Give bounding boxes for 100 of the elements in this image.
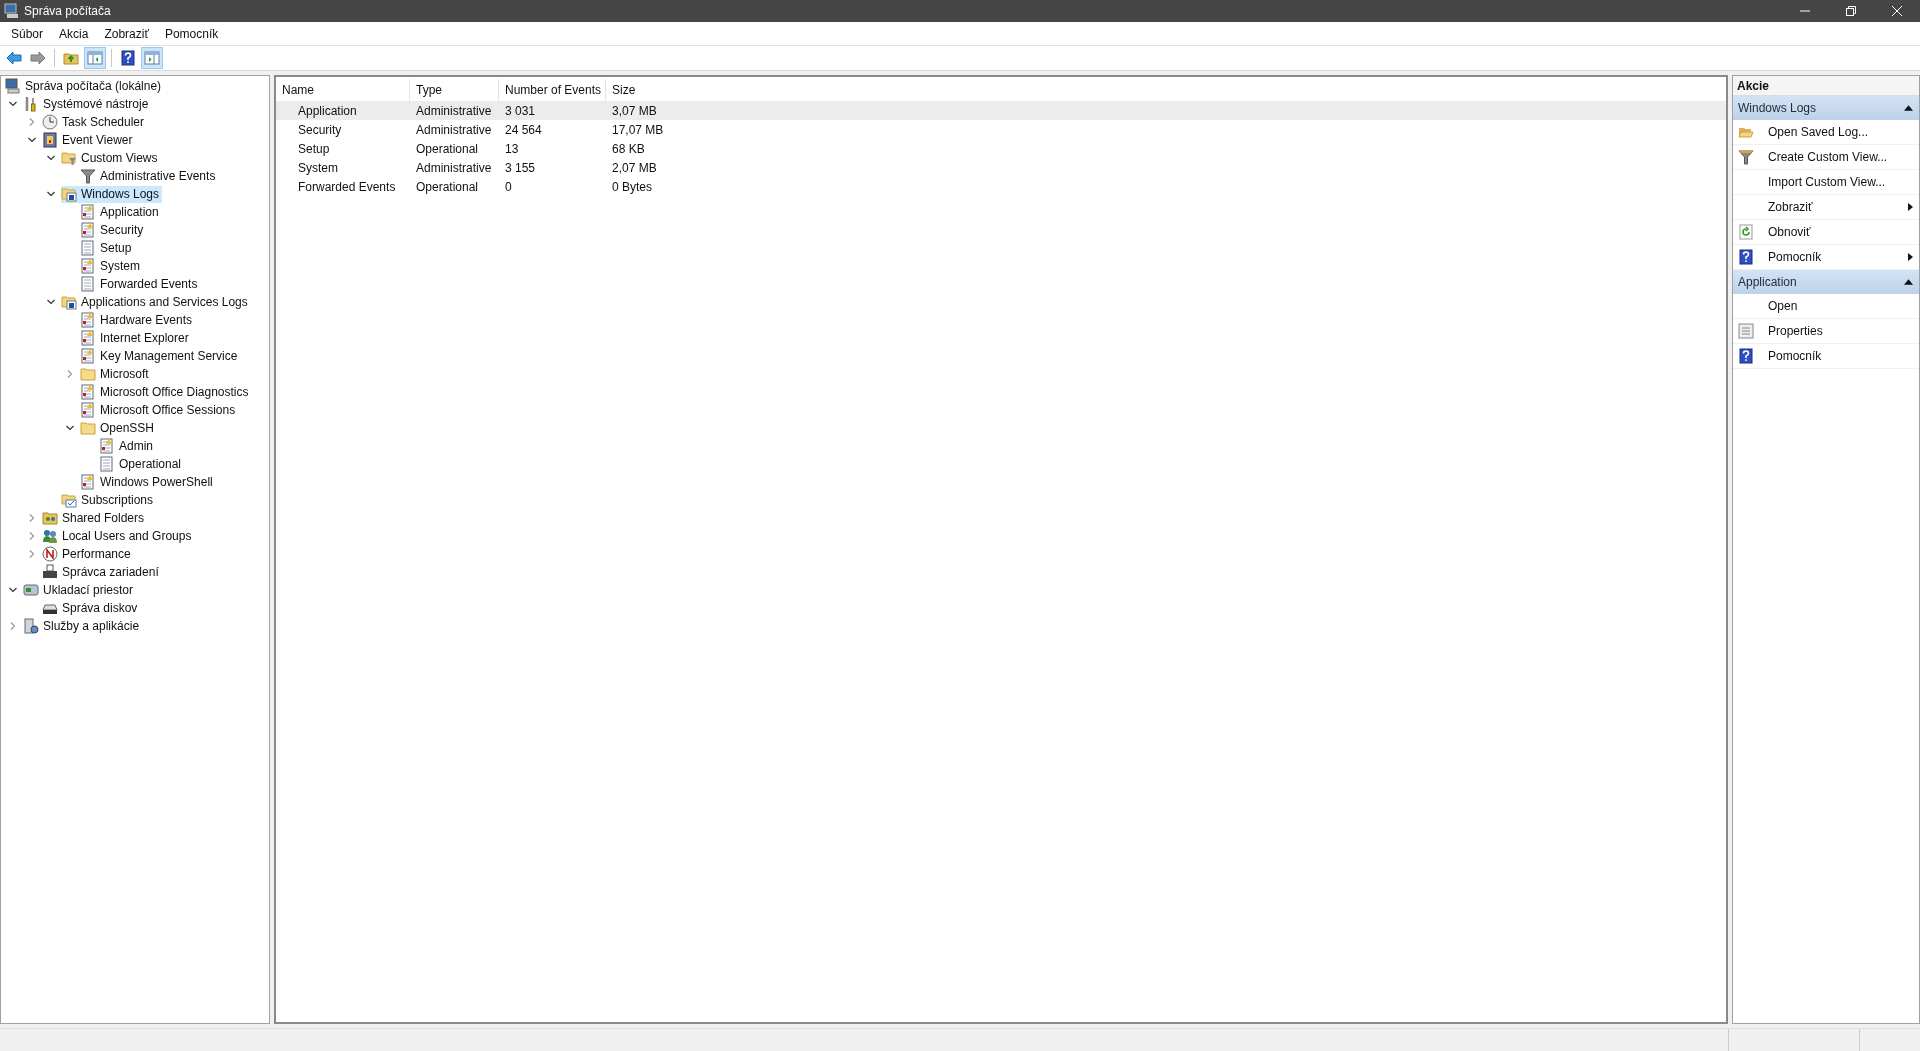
section-header[interactable]: Application xyxy=(1733,270,1919,294)
tree-item[interactable]: Custom Views xyxy=(61,149,161,167)
section-title: Windows Logs xyxy=(1738,101,1817,115)
folder-calendar-icon xyxy=(61,492,77,508)
collapse-chevron-icon[interactable] xyxy=(8,585,18,595)
tree-item[interactable]: Windows PowerShell xyxy=(80,473,216,491)
tree-item[interactable]: Operational xyxy=(99,455,185,473)
table-cell-text: 68 KB xyxy=(611,141,646,156)
pane-icon xyxy=(144,50,160,66)
tree-item[interactable]: Hardware Events xyxy=(80,311,196,329)
table-row[interactable]: Setup Operational 13 68 KB xyxy=(276,139,1726,158)
action-item[interactable]: Zobraziť xyxy=(1733,195,1919,220)
tree-item[interactable]: System xyxy=(80,257,143,275)
log-warning-icon xyxy=(80,474,96,490)
tree-item[interactable]: Správa počítača (lokálne) xyxy=(5,77,165,95)
collapse-chevron-icon[interactable] xyxy=(46,297,56,307)
collapse-chevron-icon[interactable] xyxy=(8,99,18,109)
action-item[interactable]: Open Saved Log... xyxy=(1733,120,1919,145)
tree-item[interactable]: Performance xyxy=(42,545,134,563)
action-item[interactable]: Obnoviť xyxy=(1733,220,1919,245)
tree-item[interactable]: Setup xyxy=(80,239,135,257)
expand-chevron-icon[interactable] xyxy=(65,369,75,379)
expand-chevron-icon[interactable] xyxy=(27,513,37,523)
tree-item[interactable]: Subscriptions xyxy=(61,491,157,509)
tree-item[interactable]: Forwarded Events xyxy=(80,275,201,293)
section-header[interactable]: Windows Logs xyxy=(1733,96,1919,120)
table-row[interactable]: Security Administrative 24 564 17,07 MB xyxy=(276,120,1726,139)
table-cell-text: Forwarded Events xyxy=(297,179,397,194)
folder-icon xyxy=(61,186,77,202)
tree-item[interactable]: Task Scheduler xyxy=(42,113,148,131)
tree-item[interactable]: Microsoft xyxy=(80,365,152,383)
log-warning-icon xyxy=(80,330,96,346)
expand-chevron-icon[interactable] xyxy=(8,621,18,631)
tools-icon xyxy=(23,96,39,112)
menu-item[interactable]: Súbor xyxy=(3,24,52,43)
collapse-chevron-icon[interactable] xyxy=(46,189,56,199)
tree-item[interactable]: Systémové nástroje xyxy=(23,95,152,113)
collapse-chevron-icon[interactable] xyxy=(65,423,75,433)
action-item[interactable]: Create Custom View... xyxy=(1733,145,1919,170)
menu-item[interactable]: Zobraziť xyxy=(96,24,157,43)
tree-item[interactable]: Microsoft Office Sessions xyxy=(80,401,239,419)
tree-item[interactable]: Local Users and Groups xyxy=(42,527,195,545)
expand-chevron-icon[interactable] xyxy=(27,531,37,541)
table-row[interactable]: Forwarded Events Operational 0 0 Bytes xyxy=(276,177,1726,196)
help-icon xyxy=(121,50,135,66)
tree-item[interactable]: Admin xyxy=(99,437,156,455)
action-item[interactable]: Open xyxy=(1733,294,1919,319)
tree-item[interactable]: Security xyxy=(80,221,147,239)
action-item[interactable]: Pomocník xyxy=(1733,344,1919,369)
expand-chevron-icon[interactable] xyxy=(27,549,37,559)
collapse-chevron-icon[interactable] xyxy=(46,153,56,163)
filter-icon xyxy=(1738,149,1754,165)
expand-chevron-icon[interactable] xyxy=(27,117,37,127)
table-cell-text: 2,07 MB xyxy=(611,160,658,175)
action-item[interactable]: Import Custom View... xyxy=(1733,170,1919,195)
close-icon xyxy=(1892,6,1902,16)
folder-icon xyxy=(61,294,77,310)
table-cell-text: Administrative xyxy=(415,103,493,118)
computer-icon xyxy=(5,78,21,94)
action-item[interactable]: Properties xyxy=(1733,319,1919,344)
refresh-icon xyxy=(1738,224,1754,240)
tree-item[interactable]: Application xyxy=(80,203,162,221)
gauge-icon xyxy=(42,546,58,562)
menu-item[interactable]: Pomocník xyxy=(156,24,227,43)
collapse-chevron-icon[interactable] xyxy=(27,135,37,145)
column-header[interactable]: Size xyxy=(606,79,696,101)
tree-item[interactable]: Služby a aplikácie xyxy=(23,617,143,635)
pane-icon xyxy=(87,50,103,66)
table-cell-text: 3 155 xyxy=(504,160,537,175)
table-cell-text: 3,07 MB xyxy=(611,103,658,118)
table-row[interactable]: Application Administrative 3 031 3,07 MB xyxy=(276,101,1726,120)
log-warning-icon xyxy=(80,402,96,418)
tree-item[interactable]: Správa diskov xyxy=(42,599,141,617)
tree-item[interactable]: Internet Explorer xyxy=(80,329,192,347)
server-gear-icon xyxy=(23,618,39,634)
tree-item[interactable]: Event Viewer xyxy=(42,131,136,149)
table-cell-text: Security xyxy=(297,122,343,137)
table-cell-text: Operational xyxy=(415,179,480,194)
tree-item[interactable]: Administrative Events xyxy=(80,167,219,185)
log-warning-icon xyxy=(80,204,96,220)
tree-item[interactable]: Key Management Service xyxy=(80,347,241,365)
menu-item[interactable]: Akcia xyxy=(51,24,97,43)
tree-item[interactable]: Ukladací priestor xyxy=(23,581,137,599)
storage-icon xyxy=(23,582,39,598)
folder-icon xyxy=(80,420,96,436)
tree-item[interactable]: Applications and Services Logs xyxy=(61,293,251,311)
restore-icon xyxy=(1846,6,1856,16)
tree-item[interactable]: Microsoft Office Diagnostics xyxy=(80,383,252,401)
tree-item[interactable]: Windows Logs xyxy=(61,185,163,203)
table-row[interactable]: System Administrative 3 155 2,07 MB xyxy=(276,158,1726,177)
tree-item[interactable]: Správca zariadení xyxy=(42,563,162,581)
tree-item[interactable]: Shared Folders xyxy=(42,509,148,527)
folder-icon xyxy=(80,366,96,382)
table-cell-text: Administrative xyxy=(415,122,493,137)
help-icon xyxy=(1738,249,1754,265)
computer-icon xyxy=(4,3,20,19)
forward-arrow-icon xyxy=(30,51,46,65)
users-icon xyxy=(42,528,58,544)
help-icon xyxy=(1738,348,1754,364)
tree-item[interactable]: OpenSSH xyxy=(80,419,158,437)
